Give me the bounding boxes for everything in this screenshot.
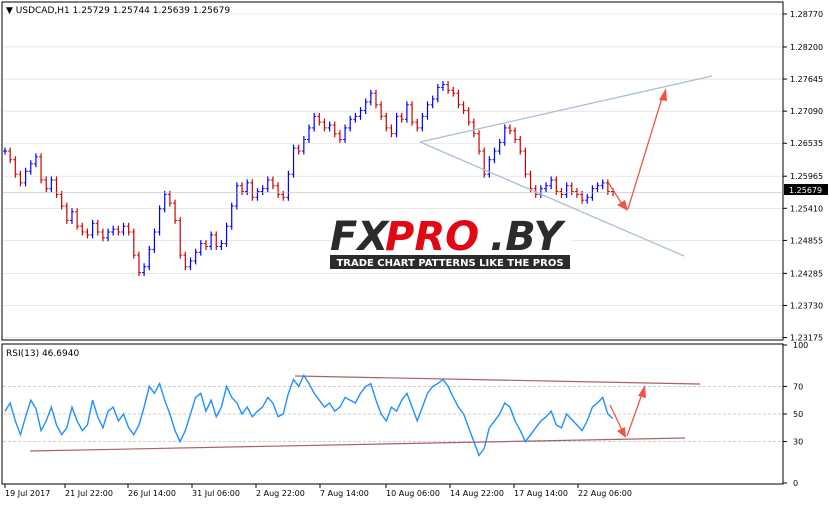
time-tick-label: 2 Aug 22:00 — [256, 489, 305, 498]
price-tick-label: 1.28200 — [790, 43, 823, 52]
watermark-by: .BY — [490, 214, 566, 260]
time-tick-label: 14 Aug 22:00 — [450, 489, 504, 498]
rsi-tick-label: 100 — [793, 341, 808, 350]
watermark-tagline: TRADE CHART PATTERNS LIKE THE PROS — [336, 258, 563, 269]
price-tick-label: 1.28770 — [790, 10, 823, 19]
time-tick-label: 19 Jul 2017 — [5, 489, 50, 498]
rsi-tick-label: 0 — [793, 479, 798, 488]
symbol-header: ▼ USDCAD,H1 1.25729 1.25744 1.25639 1.25… — [6, 6, 230, 16]
last-price-label: 1.25679 — [789, 186, 822, 195]
price-tick-label: 1.24855 — [790, 236, 823, 245]
price-tick-label: 1.27090 — [790, 107, 823, 116]
watermark-pro: PRO — [385, 214, 479, 260]
time-tick-label: 7 Aug 14:00 — [320, 489, 369, 498]
price-tick-label: 1.26535 — [790, 139, 823, 148]
chart-svg: FX PRO .BY TRADE CHART PATTERNS LIKE THE… — [0, 0, 829, 504]
rsi-tick-label: 50 — [793, 410, 803, 419]
rsi-tick-label: 30 — [793, 438, 803, 447]
price-tick-label: 1.25965 — [790, 172, 823, 181]
time-tick-label: 10 Aug 06:00 — [386, 489, 440, 498]
chart-window: FX PRO .BY TRADE CHART PATTERNS LIKE THE… — [0, 0, 829, 504]
rsi-header: RSI(13) 46.6940 — [6, 349, 79, 359]
time-tick-label: 26 Jul 14:00 — [128, 489, 176, 498]
fxpro-watermark: FX PRO .BY TRADE CHART PATTERNS LIKE THE… — [330, 214, 572, 269]
time-tick-label: 31 Jul 06:00 — [192, 489, 240, 498]
time-tick-label: 22 Aug 06:00 — [578, 489, 632, 498]
price-tick-label: 1.24285 — [790, 269, 823, 278]
time-tick-label: 21 Jul 22:00 — [65, 489, 113, 498]
rsi-tick-label: 70 — [793, 382, 803, 391]
time-tick-label: 17 Aug 14:00 — [514, 489, 568, 498]
price-tick-label: 1.27645 — [790, 75, 823, 84]
price-tick-label: 1.25410 — [790, 204, 823, 213]
price-tick-label: 1.23730 — [790, 301, 823, 310]
watermark-fx: FX — [330, 214, 390, 260]
